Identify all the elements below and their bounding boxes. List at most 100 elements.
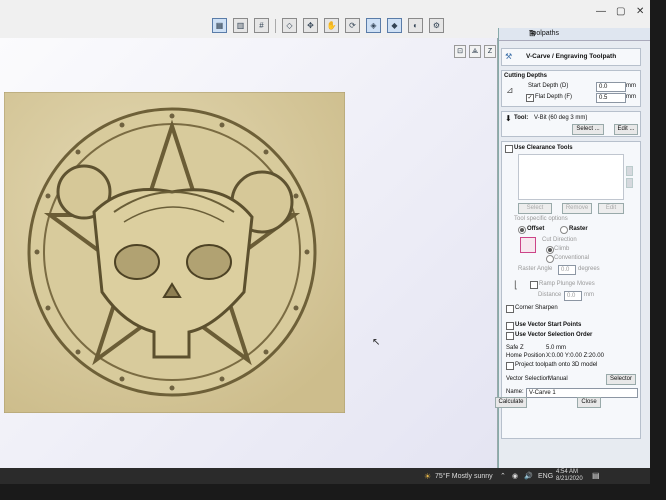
flat-depth-input[interactable]: 0.5 [596, 93, 626, 103]
start-depth-input[interactable]: 0.0 [596, 82, 626, 92]
material-icon[interactable]: ◐ [408, 18, 423, 33]
name-label: Name: [506, 389, 524, 395]
flat-depth-label: Flat Depth (F) [535, 94, 573, 100]
cutting-depths-section: Cutting Depths ⊿ Start Depth (D) 0.0 mm … [501, 70, 641, 107]
offset-radio[interactable] [518, 226, 526, 234]
view-z-icon[interactable]: Z [484, 45, 496, 58]
clock-time[interactable]: 4:54 AM [556, 469, 578, 475]
tool-select-button[interactable]: Select ... [572, 124, 604, 135]
tool-options-title: Tool specific options [514, 216, 568, 222]
pin-icon[interactable]: ⊞ [529, 29, 647, 38]
node-icon[interactable]: ◇ [282, 18, 297, 33]
conventional-label: Conventional [554, 255, 590, 261]
network-icon[interactable]: ◉ [512, 472, 518, 480]
flat-depth-checkbox[interactable]: ✓ [526, 94, 534, 102]
clearance-select-button[interactable]: Select [518, 203, 552, 214]
raster-angle-unit: degrees [578, 266, 600, 272]
options-section: Use Clearance Tools Select Remove Edit T… [501, 141, 641, 439]
screen: — ▢ ✕ ▦ ▥ # ◇ ✥ ✋ ⟳ ◈ ◆ ◐ ⚙ ⊡ ⟁ Z X Y [0, 0, 650, 484]
close-button[interactable]: Close [577, 397, 601, 408]
vector-selection-order-label: Use Vector Selection Order [515, 332, 593, 338]
distance-unit: mm [584, 292, 594, 298]
home-position-label: Home Position [506, 353, 546, 359]
conventional-radio[interactable] [546, 255, 554, 263]
shade-toolpath-icon[interactable]: ◆ [387, 18, 402, 33]
cutting-depths-title: Cutting Depths [504, 73, 547, 79]
distance-label: Distance [538, 292, 562, 298]
toolpath-header: ⚒ V-Carve / Engraving Toolpath [501, 48, 641, 66]
vector-start-points-label: Use Vector Start Points [515, 322, 582, 328]
monitor-bezel-right [650, 0, 666, 500]
minimize-icon[interactable]: — [596, 6, 606, 17]
view-2d-icon[interactable]: ▦ [212, 18, 227, 33]
project-toolpath-label: Project toolpath onto 3D model [515, 362, 598, 368]
selector-button[interactable]: Selector [606, 374, 636, 385]
clock-date[interactable]: 8/21/2020 [556, 476, 583, 482]
vcarve-icon: ⚒ [505, 52, 513, 61]
close-icon[interactable]: ✕ [636, 6, 644, 17]
depth-diagram-icon: ⊿ [506, 85, 514, 95]
climb-radio[interactable] [546, 246, 554, 254]
toolpath-header-label: V-Carve / Engraving Toolpath [526, 53, 617, 60]
cut-direction-label: Cut Direction [542, 237, 577, 243]
notification-icon[interactable]: ▤ [592, 471, 600, 480]
tool-name: V-Bit (60 deg 3 mm) [534, 115, 588, 121]
start-depth-unit: mm [626, 83, 636, 89]
tool-icon: ⬇ [505, 114, 512, 123]
vector-selection-label: Vector Selection: [506, 376, 552, 382]
vector-selection-order-checkbox[interactable] [506, 332, 514, 340]
list-up-button[interactable] [626, 166, 633, 176]
corner-sharpen-label: Corner Sharpen [515, 305, 558, 311]
weather-text[interactable]: 75°F Mostly sunny [435, 473, 493, 480]
clearance-tools-list[interactable] [518, 154, 624, 200]
raster-radio[interactable] [560, 226, 568, 234]
tray-chevron-icon[interactable]: ⌃ [500, 472, 506, 480]
raster-angle-input[interactable]: 0.0 [558, 265, 576, 275]
home-position-value: X:0.00 Y:0.00 Z:20.00 [546, 353, 604, 359]
transform-icon[interactable]: ✥ [303, 18, 318, 33]
corner-sharpen-checkbox[interactable] [506, 305, 514, 313]
ramp-label: Ramp Plunge Moves [539, 281, 595, 287]
safe-z-value: 5.0 mm [546, 345, 567, 351]
clearance-tools-checkbox[interactable] [505, 145, 513, 153]
ramp-icon: ⌊ [514, 280, 518, 291]
toolbar-divider [275, 18, 276, 33]
panel-title-bar: Toolpaths ⊞ [499, 28, 650, 41]
list-down-button[interactable] [626, 178, 633, 188]
view-split-icon[interactable]: ▥ [233, 18, 248, 33]
vector-start-points-checkbox[interactable] [506, 322, 514, 330]
offset-label: Offset [527, 226, 545, 232]
distance-input[interactable]: 0.0 [564, 291, 582, 301]
raster-angle-label: Raster Angle [518, 266, 553, 272]
language-indicator[interactable]: ENG [538, 473, 553, 480]
maximize-icon[interactable]: ▢ [616, 6, 625, 17]
project-toolpath-checkbox[interactable] [506, 362, 514, 370]
zoom-extents-icon[interactable]: ⊡ [454, 45, 466, 58]
tool-edit-button[interactable]: Edit ... [614, 124, 638, 135]
monitor-bezel-bottom [0, 484, 666, 500]
tool-section: ⬇ Tool: V-Bit (60 deg 3 mm) Select ... E… [501, 111, 641, 137]
relief-preview [4, 92, 345, 413]
clearance-edit-button[interactable]: Edit [598, 203, 624, 214]
ramp-checkbox[interactable] [530, 281, 538, 289]
shade-model-icon[interactable]: ◈ [366, 18, 381, 33]
vector-selection-value: Manual [548, 376, 568, 382]
clearance-remove-button[interactable]: Remove [562, 203, 592, 214]
calculate-button[interactable]: Calculate [495, 397, 527, 408]
volume-icon[interactable]: 🔊 [524, 472, 533, 480]
offset-pattern-icon [520, 237, 536, 253]
settings-icon[interactable]: ⚙ [429, 18, 444, 33]
grid-icon[interactable]: # [254, 18, 269, 33]
iso-view-icon[interactable]: ⟁ [469, 45, 481, 58]
pan-icon[interactable]: ✋ [324, 18, 339, 33]
flat-depth-unit: mm [626, 94, 636, 100]
taskbar: ☀ 75°F Mostly sunny ⌃ ◉ 🔊 ENG 4:54 AM 8/… [0, 468, 650, 484]
rotate-icon[interactable]: ⟳ [345, 18, 360, 33]
tool-label: Tool: [514, 115, 529, 121]
climb-label: Climb [554, 246, 570, 252]
toolpaths-panel: Toolpaths ⊞ ⚒ V-Carve / Engraving Toolpa… [495, 28, 650, 482]
mouse-cursor-icon: ↖ [372, 337, 381, 348]
raster-label: Raster [569, 226, 588, 232]
start-depth-label: Start Depth (D) [528, 83, 569, 89]
safe-z-label: Safe Z [506, 345, 524, 351]
